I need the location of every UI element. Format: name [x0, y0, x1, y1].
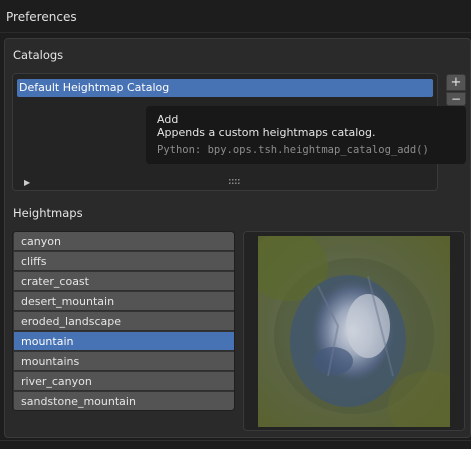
tooltip-title: Add [157, 113, 179, 126]
window-title: Preferences [6, 10, 77, 24]
heightmap-item-mountain[interactable]: mountain [14, 332, 234, 351]
heightmap-item-sandstone-mountain[interactable]: sandstone_mountain [14, 392, 234, 410]
heightmap-item-desert-mountain[interactable]: desert_mountain [14, 292, 234, 311]
bottom-divider [0, 440, 471, 441]
heightmap-list[interactable]: canyon cliffs crater_coast desert_mounta… [12, 231, 235, 411]
add-catalog-button[interactable]: + [446, 74, 466, 91]
heightmap-item-river-canyon[interactable]: river_canyon [14, 372, 234, 391]
header-divider [0, 32, 471, 33]
catalogs-section-label: Catalogs [13, 48, 64, 62]
heightmap-item-canyon[interactable]: canyon [14, 232, 234, 251]
remove-catalog-button[interactable]: − [446, 92, 466, 106]
tooltip-description: Appends a custom heightmaps catalog. [157, 126, 376, 139]
triangle-right-icon[interactable]: ▶ [24, 178, 30, 187]
heightmaps-section-label: Heightmaps [13, 206, 83, 220]
tooltip-python-command: Python: bpy.ops.tsh.heightmap_catalog_ad… [157, 144, 429, 156]
heightmap-preview-image [258, 236, 450, 427]
heightmap-item-cliffs[interactable]: cliffs [14, 252, 234, 271]
heightmap-item-mountains[interactable]: mountains [14, 352, 234, 371]
heightmap-item-crater-coast[interactable]: crater_coast [14, 272, 234, 291]
heightmap-item-eroded-landscape[interactable]: eroded_landscape [14, 312, 234, 331]
drag-grip-icon[interactable] [229, 179, 241, 185]
catalog-list-item-label: Default Heightmap Catalog [19, 81, 170, 94]
